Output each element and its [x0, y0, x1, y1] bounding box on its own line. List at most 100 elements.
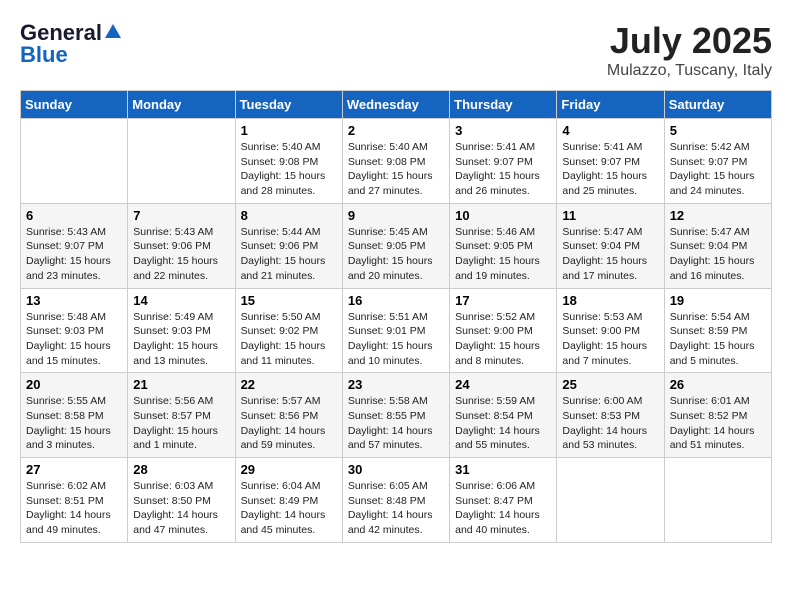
- day-info: Sunrise: 5:49 AM Sunset: 9:03 PM Dayligh…: [133, 310, 229, 369]
- day-info: Sunrise: 5:55 AM Sunset: 8:58 PM Dayligh…: [26, 394, 122, 453]
- calendar-cell: 18 Sunrise: 5:53 AM Sunset: 9:00 PM Dayli…: [557, 288, 664, 373]
- day-info: Sunrise: 5:40 AM Sunset: 9:08 PM Dayligh…: [348, 140, 444, 199]
- month-title: July 2025: [607, 20, 772, 62]
- day-number: 23: [348, 377, 444, 392]
- calendar-cell: [21, 119, 128, 204]
- day-number: 18: [562, 293, 658, 308]
- calendar-cell: 6Sunrise: 5:43 AM Sunset: 9:07 PM Daylig…: [21, 203, 128, 288]
- day-info: Sunrise: 5:54 AM Sunset: 8:59 PM Dayligh…: [670, 310, 766, 369]
- day-number: 4: [562, 123, 658, 138]
- day-info: Sunrise: 6:04 AM Sunset: 8:49 PM Dayligh…: [241, 479, 337, 538]
- calendar-cell: 1Sunrise: 5:40 AM Sunset: 9:08 PM Daylig…: [235, 119, 342, 204]
- day-number: 20: [26, 377, 122, 392]
- calendar-cell: 2 Sunrise: 5:40 AM Sunset: 9:08 PM Daylig…: [342, 119, 449, 204]
- day-number: 1: [241, 123, 337, 138]
- day-number: 5: [670, 123, 766, 138]
- day-info: Sunrise: 5:42 AM Sunset: 9:07 PM Dayligh…: [670, 140, 766, 199]
- calendar-cell: 8 Sunrise: 5:44 AM Sunset: 9:06 PM Daylig…: [235, 203, 342, 288]
- calendar-cell: [128, 119, 235, 204]
- calendar-cell: 10 Sunrise: 5:46 AM Sunset: 9:05 PM Dayli…: [450, 203, 557, 288]
- weekday-header: Saturday: [664, 91, 771, 119]
- day-info: Sunrise: 5:41 AM Sunset: 9:07 PM Dayligh…: [562, 140, 658, 199]
- calendar-cell: 20 Sunrise: 5:55 AM Sunset: 8:58 PM Dayli…: [21, 373, 128, 458]
- weekday-header: Thursday: [450, 91, 557, 119]
- day-info: Sunrise: 6:02 AM Sunset: 8:51 PM Dayligh…: [26, 479, 122, 538]
- calendar-cell: 31 Sunrise: 6:06 AM Sunset: 8:47 PM Dayli…: [450, 458, 557, 543]
- weekday-header: Wednesday: [342, 91, 449, 119]
- calendar-cell: 29 Sunrise: 6:04 AM Sunset: 8:49 PM Dayli…: [235, 458, 342, 543]
- day-number: 8: [241, 208, 337, 223]
- day-info: Sunrise: 5:47 AM Sunset: 9:04 PM Dayligh…: [562, 225, 658, 284]
- day-info: Sunrise: 5:51 AM Sunset: 9:01 PM Dayligh…: [348, 310, 444, 369]
- day-number: 6: [26, 208, 122, 223]
- calendar-table: SundayMondayTuesdayWednesdayThursdayFrid…: [20, 90, 772, 543]
- calendar-cell: 30Sunrise: 6:05 AM Sunset: 8:48 PM Dayli…: [342, 458, 449, 543]
- day-number: 21: [133, 377, 229, 392]
- calendar-week-row: 6Sunrise: 5:43 AM Sunset: 9:07 PM Daylig…: [21, 203, 772, 288]
- day-number: 19: [670, 293, 766, 308]
- calendar-cell: 11Sunrise: 5:47 AM Sunset: 9:04 PM Dayli…: [557, 203, 664, 288]
- day-number: 30: [348, 462, 444, 477]
- day-number: 12: [670, 208, 766, 223]
- day-info: Sunrise: 5:46 AM Sunset: 9:05 PM Dayligh…: [455, 225, 551, 284]
- day-number: 24: [455, 377, 551, 392]
- day-number: 27: [26, 462, 122, 477]
- day-number: 14: [133, 293, 229, 308]
- day-info: Sunrise: 5:44 AM Sunset: 9:06 PM Dayligh…: [241, 225, 337, 284]
- calendar-cell: 5 Sunrise: 5:42 AM Sunset: 9:07 PM Daylig…: [664, 119, 771, 204]
- logo-blue-text: Blue: [20, 42, 68, 68]
- calendar-cell: 12 Sunrise: 5:47 AM Sunset: 9:04 PM Dayli…: [664, 203, 771, 288]
- day-info: Sunrise: 5:48 AM Sunset: 9:03 PM Dayligh…: [26, 310, 122, 369]
- weekday-header: Friday: [557, 91, 664, 119]
- calendar-cell: 16 Sunrise: 5:51 AM Sunset: 9:01 PM Dayli…: [342, 288, 449, 373]
- page-header: General Blue July 2025 Mulazzo, Tuscany,…: [20, 20, 772, 80]
- calendar-cell: 14 Sunrise: 5:49 AM Sunset: 9:03 PM Dayli…: [128, 288, 235, 373]
- calendar-week-row: 27 Sunrise: 6:02 AM Sunset: 8:51 PM Dayli…: [21, 458, 772, 543]
- day-number: 10: [455, 208, 551, 223]
- weekday-header: Monday: [128, 91, 235, 119]
- day-number: 29: [241, 462, 337, 477]
- day-info: Sunrise: 5:57 AM Sunset: 8:56 PM Dayligh…: [241, 394, 337, 453]
- calendar-cell: 9Sunrise: 5:45 AM Sunset: 9:05 PM Daylig…: [342, 203, 449, 288]
- day-number: 13: [26, 293, 122, 308]
- day-info: Sunrise: 5:47 AM Sunset: 9:04 PM Dayligh…: [670, 225, 766, 284]
- calendar-week-row: 13 Sunrise: 5:48 AM Sunset: 9:03 PM Dayli…: [21, 288, 772, 373]
- calendar-cell: 23Sunrise: 5:58 AM Sunset: 8:55 PM Dayli…: [342, 373, 449, 458]
- day-number: 31: [455, 462, 551, 477]
- day-number: 16: [348, 293, 444, 308]
- calendar-cell: 7Sunrise: 5:43 AM Sunset: 9:06 PM Daylig…: [128, 203, 235, 288]
- day-number: 22: [241, 377, 337, 392]
- day-number: 2: [348, 123, 444, 138]
- logo: General Blue: [20, 20, 122, 68]
- day-number: 26: [670, 377, 766, 392]
- calendar-cell: 28Sunrise: 6:03 AM Sunset: 8:50 PM Dayli…: [128, 458, 235, 543]
- calendar-cell: [557, 458, 664, 543]
- calendar-cell: 21Sunrise: 5:56 AM Sunset: 8:57 PM Dayli…: [128, 373, 235, 458]
- calendar-week-row: 1 Sunrise: 5:40 AM Sunset: 9:08 PM Daylig…: [21, 119, 772, 204]
- title-block: July 2025 Mulazzo, Tuscany, Italy: [607, 20, 772, 80]
- calendar-cell: 15 Sunrise: 5:50 AM Sunset: 9:02 PM Dayli…: [235, 288, 342, 373]
- day-number: 15: [241, 293, 337, 308]
- day-info: Sunrise: 5:45 AM Sunset: 9:05 PM Dayligh…: [348, 225, 444, 284]
- calendar-cell: 27 Sunrise: 6:02 AM Sunset: 8:51 PM Dayli…: [21, 458, 128, 543]
- day-number: 17: [455, 293, 551, 308]
- calendar-cell: [664, 458, 771, 543]
- calendar-header-row: SundayMondayTuesdayWednesdayThursdayFrid…: [21, 91, 772, 119]
- day-info: Sunrise: 5:41 AM Sunset: 9:07 PM Dayligh…: [455, 140, 551, 199]
- day-info: Sunrise: 5:50 AM Sunset: 9:02 PM Dayligh…: [241, 310, 337, 369]
- weekday-header: Sunday: [21, 91, 128, 119]
- calendar-week-row: 20 Sunrise: 5:55 AM Sunset: 8:58 PM Dayli…: [21, 373, 772, 458]
- calendar-cell: 13 Sunrise: 5:48 AM Sunset: 9:03 PM Dayli…: [21, 288, 128, 373]
- day-info: Sunrise: 5:59 AM Sunset: 8:54 PM Dayligh…: [455, 394, 551, 453]
- day-info: Sunrise: 5:52 AM Sunset: 9:00 PM Dayligh…: [455, 310, 551, 369]
- calendar-cell: 19 Sunrise: 5:54 AM Sunset: 8:59 PM Dayli…: [664, 288, 771, 373]
- day-info: Sunrise: 6:06 AM Sunset: 8:47 PM Dayligh…: [455, 479, 551, 538]
- day-info: Sunrise: 6:00 AM Sunset: 8:53 PM Dayligh…: [562, 394, 658, 453]
- calendar-cell: 3Sunrise: 5:41 AM Sunset: 9:07 PM Daylig…: [450, 119, 557, 204]
- calendar-cell: 26 Sunrise: 6:01 AM Sunset: 8:52 PM Dayli…: [664, 373, 771, 458]
- day-info: Sunrise: 6:01 AM Sunset: 8:52 PM Dayligh…: [670, 394, 766, 453]
- day-info: Sunrise: 5:53 AM Sunset: 9:00 PM Dayligh…: [562, 310, 658, 369]
- calendar-cell: 22 Sunrise: 5:57 AM Sunset: 8:56 PM Dayli…: [235, 373, 342, 458]
- location-title: Mulazzo, Tuscany, Italy: [607, 62, 772, 80]
- day-number: 28: [133, 462, 229, 477]
